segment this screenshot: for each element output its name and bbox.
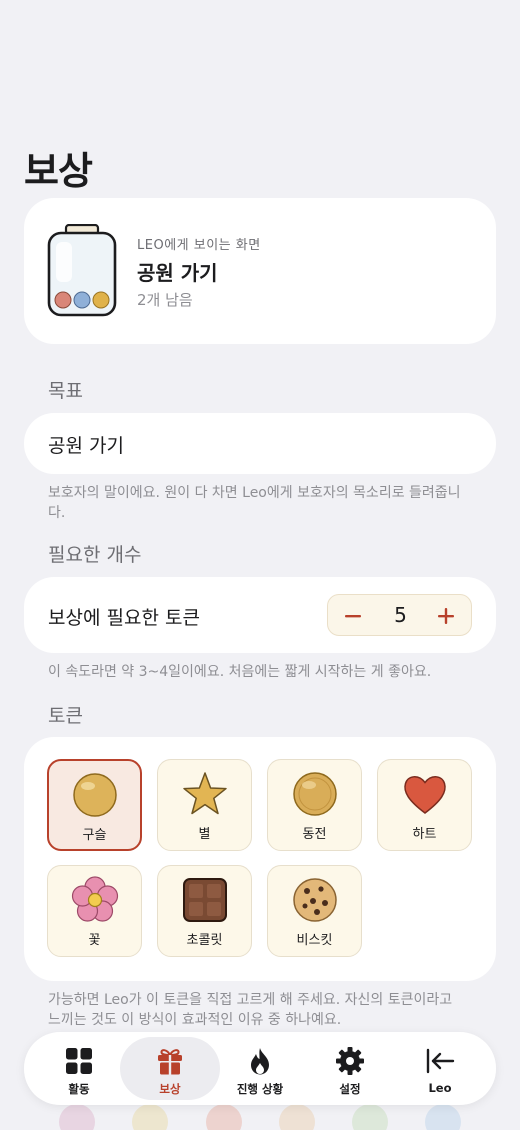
- scroll-content-peek: [0, 1104, 520, 1130]
- token-label: 꽃: [88, 933, 101, 948]
- tab-rewards[interactable]: 보상: [120, 1037, 220, 1100]
- token-count-stepper[interactable]: 5: [327, 594, 472, 636]
- biscuit-icon: [292, 878, 337, 922]
- preview-subtitle: LEO에게 보이는 화면: [137, 238, 261, 253]
- flower-icon: [71, 876, 118, 922]
- flame-icon: [251, 1048, 269, 1075]
- token-label: 비스킷: [296, 933, 333, 948]
- tab-progress[interactable]: 진행 상황: [210, 1037, 310, 1100]
- token-jar-icon: [47, 224, 117, 317]
- coin-icon: [292, 772, 337, 816]
- token-label: 구슬: [82, 828, 107, 843]
- gear-icon: [336, 1047, 364, 1075]
- increment-button[interactable]: [423, 595, 469, 637]
- preview-card: LEO에게 보이는 화면 공원 가기 2개 남음: [24, 198, 496, 344]
- tab-label: 진행 상황: [236, 1082, 284, 1096]
- tokens-header: 토큰: [48, 705, 83, 727]
- token-option-coin[interactable]: 동전: [267, 759, 362, 851]
- preview-remaining: 2개 남음: [137, 291, 193, 309]
- heart-icon: [403, 776, 446, 814]
- count-card: 보상에 필요한 토큰 5: [24, 577, 496, 653]
- token-option-flower[interactable]: 꽃: [47, 865, 142, 957]
- tab-leo[interactable]: Leo: [390, 1037, 490, 1100]
- token-count-value: 5: [394, 603, 407, 627]
- token-option-chocolate[interactable]: 초콜릿: [157, 865, 252, 957]
- tokens-note: 가능하면 Leo가 이 토큰을 직접 고르게 해 주세요. 자신의 토큰이라고 …: [48, 992, 453, 1028]
- decrement-button[interactable]: [330, 595, 376, 637]
- tab-activities[interactable]: 활동: [29, 1037, 129, 1100]
- goal-field[interactable]: 공원 가기: [24, 413, 496, 474]
- star-icon: [182, 772, 227, 815]
- token-label: 별: [198, 827, 211, 842]
- grid-icon: [66, 1048, 92, 1074]
- minus-icon: [345, 615, 361, 618]
- goal-header: 목표: [48, 380, 83, 402]
- tab-label: 설정: [339, 1082, 361, 1096]
- preview-title: 공원 가기: [137, 261, 218, 285]
- chocolate-icon: [182, 878, 227, 922]
- count-label: 보상에 필요한 토큰: [48, 607, 200, 629]
- tab-settings[interactable]: 설정: [300, 1037, 400, 1100]
- count-note: 이 속도라면 약 3~4일이에요. 처음에는 짧게 시작하는 게 좋아요.: [48, 664, 432, 680]
- arrow-left-icon: [426, 1048, 455, 1074]
- token-option-marble[interactable]: 구슬: [47, 759, 142, 851]
- tab-label: Leo: [428, 1081, 452, 1095]
- token-option-heart[interactable]: 하트: [377, 759, 472, 851]
- tab-bar: 활동 보상 진행 상황 설정 Leo: [24, 1032, 496, 1105]
- token-label: 하트: [412, 827, 437, 842]
- marble-icon: [72, 773, 117, 817]
- token-grid: 구슬 별 동전 하트 꽃 초콜릿 비스킷: [24, 737, 496, 981]
- plus-icon: [438, 608, 454, 624]
- token-label: 동전: [302, 827, 327, 842]
- gift-icon: [158, 1049, 182, 1075]
- token-option-star[interactable]: 별: [157, 759, 252, 851]
- tab-label: 보상: [159, 1082, 181, 1096]
- token-label: 초콜릿: [186, 933, 223, 948]
- goal-value[interactable]: 공원 가기: [48, 431, 124, 458]
- count-header: 필요한 개수: [48, 544, 142, 566]
- goal-note: 보호자의 말이에요. 원이 다 차면 Leo에게 보호자의 목소리로 들려줍니다…: [48, 485, 461, 521]
- page-title: 보상: [24, 149, 93, 193]
- token-option-biscuit[interactable]: 비스킷: [267, 865, 362, 957]
- tab-label: 활동: [68, 1082, 90, 1096]
